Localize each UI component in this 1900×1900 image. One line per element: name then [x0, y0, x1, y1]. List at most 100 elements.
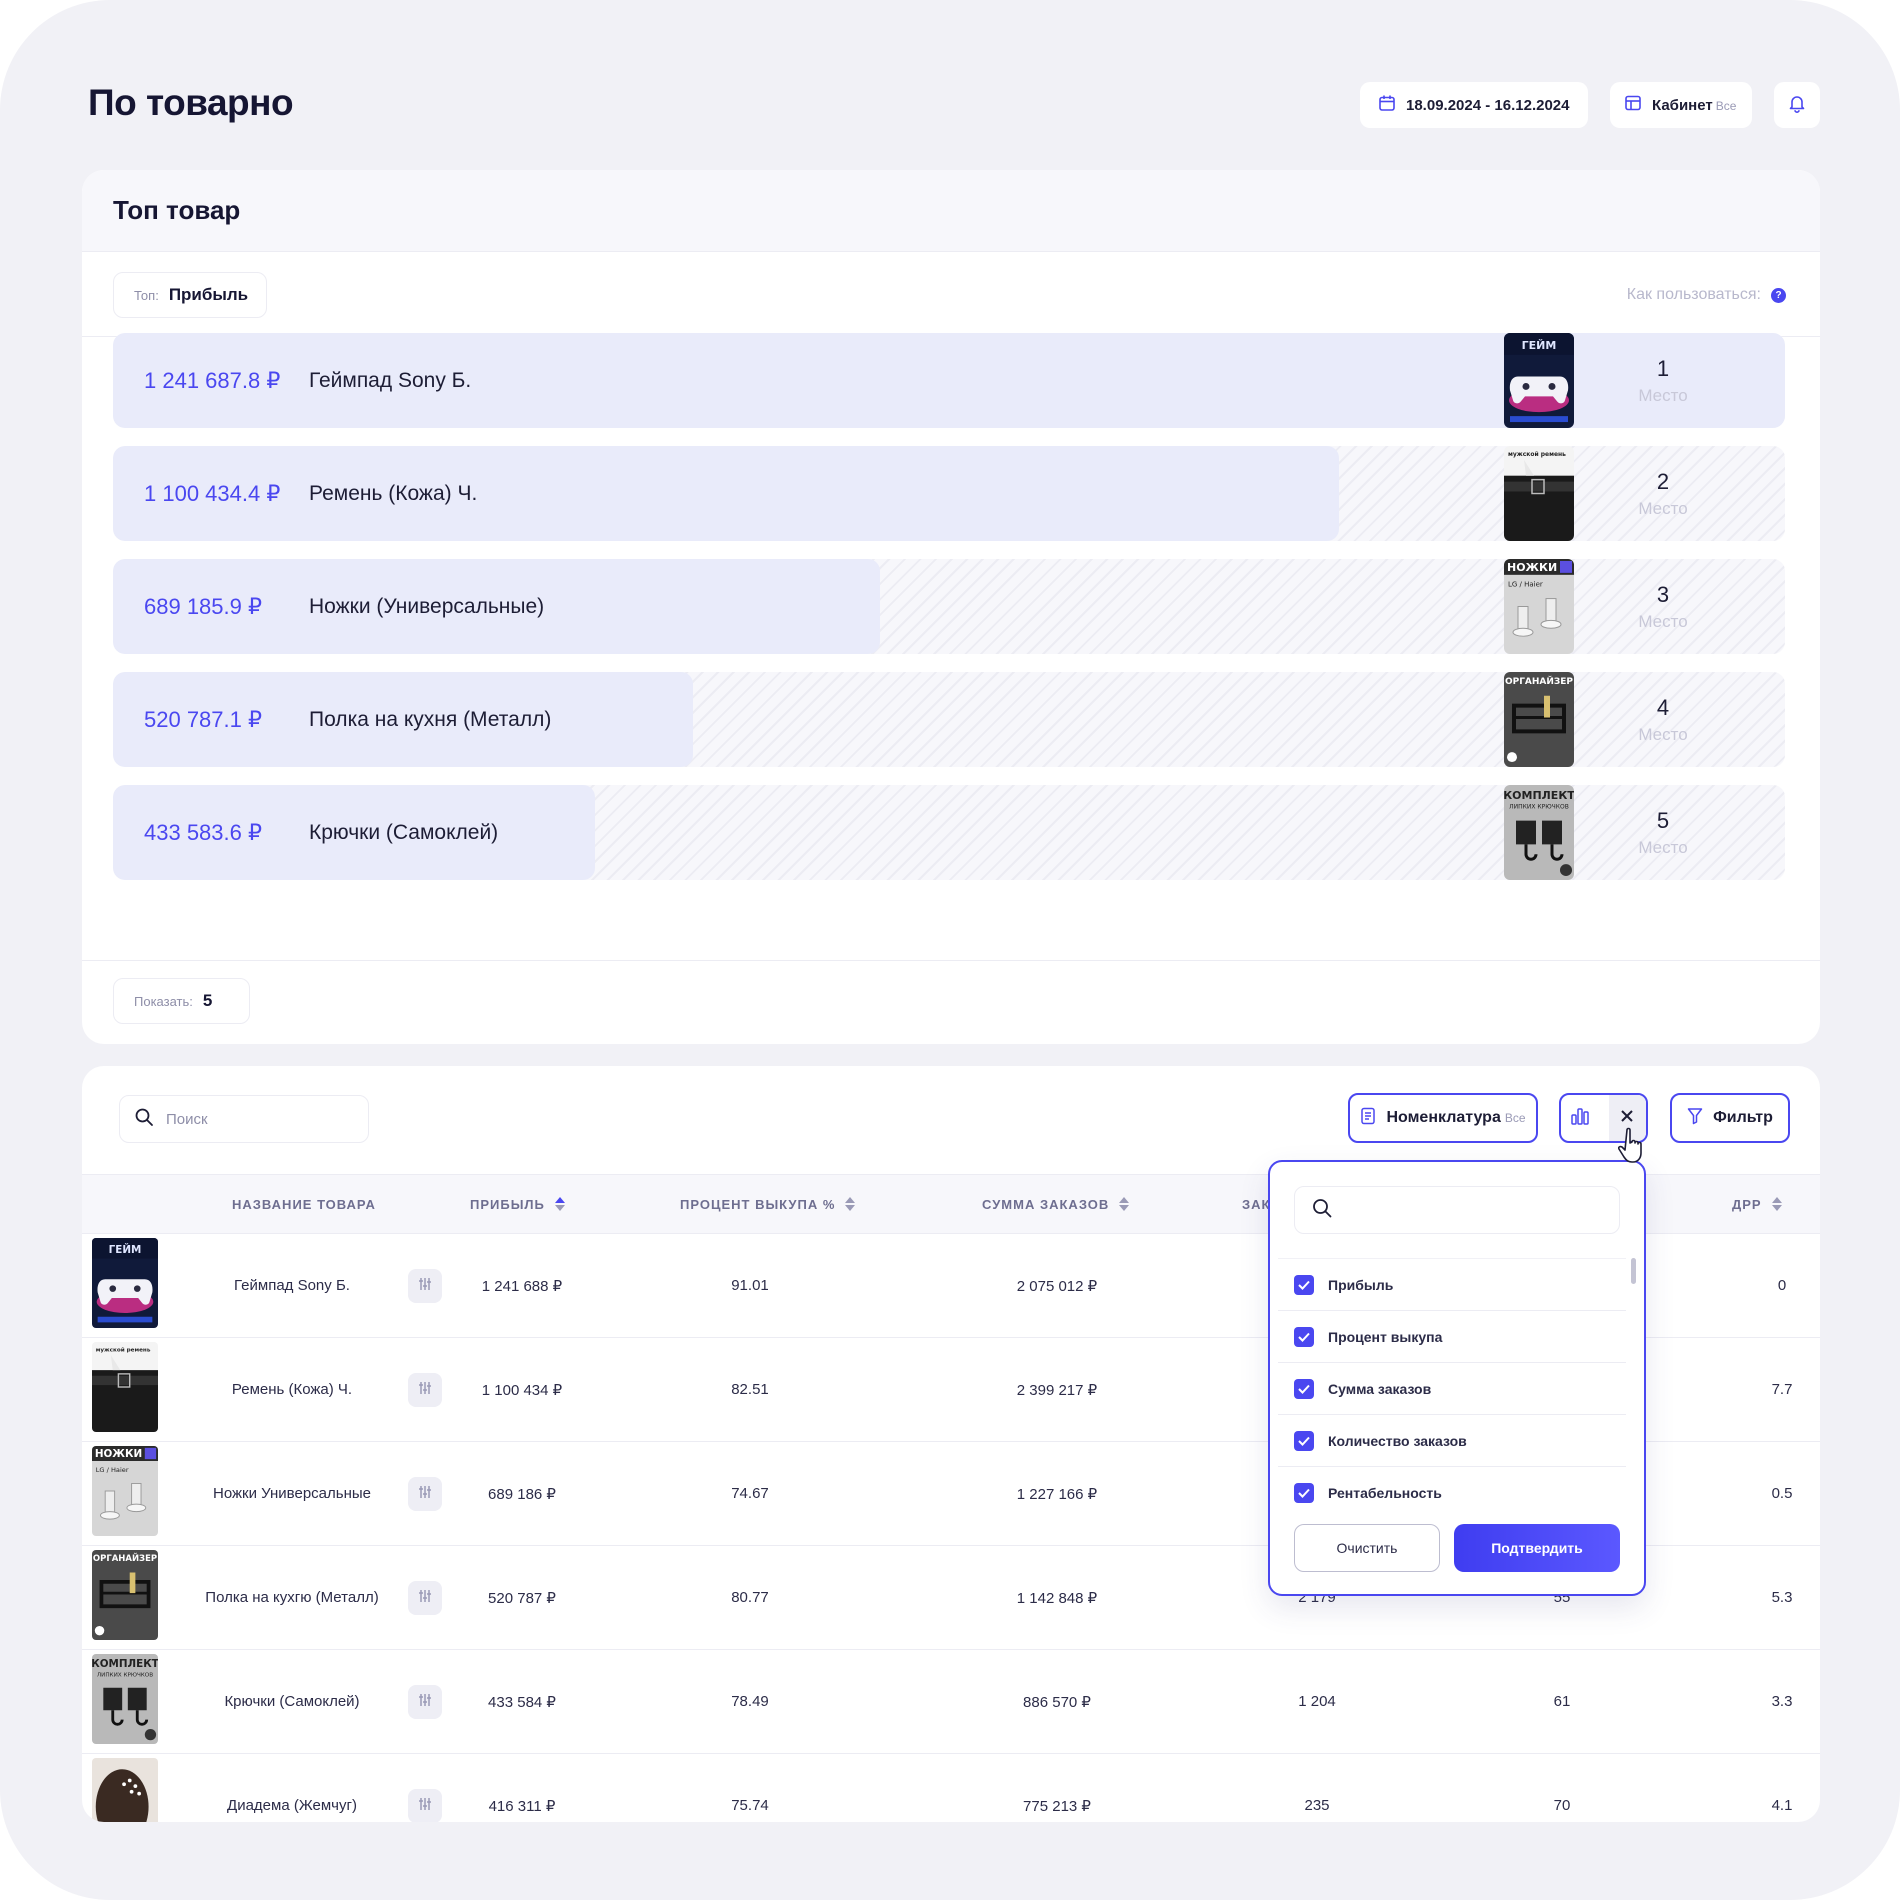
column-header-buyout[interactable]: ПРОЦЕНТ ВЫКУПА % — [680, 1175, 856, 1233]
ranking-value: 689 185.9 ₽ — [144, 593, 262, 619]
cell-profit: 1 241 688 ₽ — [481, 1277, 563, 1295]
cell-drr: 3.3 — [1771, 1693, 1793, 1710]
ranking-product-name: Ремень (Кожа) Ч. — [309, 481, 478, 505]
sort-icon — [845, 1197, 856, 1211]
dropdown-search[interactable] — [1294, 1186, 1620, 1234]
column-option-label: Процент выкупа — [1328, 1328, 1443, 1345]
row-settings-button[interactable] — [408, 1685, 442, 1719]
ranking-place-number: 2 — [1656, 468, 1670, 494]
cell-profit: 416 311 ₽ — [488, 1797, 556, 1815]
ranking-place: 5 Место — [1613, 785, 1713, 880]
cell-buyout: 78.49 — [731, 1693, 769, 1710]
dropdown-scrollbar[interactable] — [1631, 1258, 1636, 1284]
how-to-use-link[interactable]: Как пользоваться: ? — [1627, 286, 1786, 304]
product-image — [1504, 333, 1574, 428]
checkbox-checked-icon[interactable] — [1294, 1274, 1314, 1295]
dropdown-search-input[interactable] — [1343, 1201, 1603, 1219]
product-name-cell: Геймпад Sony Б. — [234, 1277, 350, 1294]
product-name-cell: Полка на кухгю (Металл) — [205, 1589, 379, 1606]
column-option-label: Прибыль — [1328, 1276, 1394, 1293]
ranking-place-number: 1 — [1656, 355, 1670, 381]
column-header-name[interactable]: НАЗВАНИЕ ТОВАРА — [232, 1175, 376, 1233]
row-settings-button[interactable] — [408, 1581, 442, 1615]
cabinet-icon — [1624, 94, 1642, 116]
show-count-select[interactable]: Показать: 5 — [113, 978, 250, 1024]
search-input[interactable] — [166, 1110, 346, 1128]
sliders-icon — [417, 1796, 433, 1817]
ranking-product-name: Геймпад Sony Б. — [309, 368, 472, 392]
top-metric-key: Топ: — [134, 287, 159, 303]
row-settings-button[interactable] — [408, 1477, 442, 1511]
cell-drr: 0 — [1777, 1277, 1787, 1294]
checkbox-checked-icon[interactable] — [1294, 1326, 1314, 1347]
ranking-place-label: Место — [1638, 837, 1688, 857]
ranking-place: 1 Место — [1613, 333, 1713, 428]
table-row[interactable]: Крючки (Самоклей) 433 584 ₽ 78.49 886 570 … — [82, 1650, 1820, 1754]
ranking-value: 1 100 434.4 ₽ — [144, 480, 281, 506]
top-metric-value: Прибыль — [168, 285, 249, 304]
column-option[interactable]: Количество заказов — [1278, 1414, 1626, 1466]
nomenclature-label: Номенклатура — [1386, 1109, 1501, 1126]
ranking-place-number: 4 — [1656, 694, 1670, 720]
column-header-profit[interactable]: ПРИБЫЛЬ — [470, 1175, 565, 1233]
cell-orders-count: 235 — [1304, 1797, 1330, 1814]
help-icon: ? — [1771, 287, 1786, 303]
column-option[interactable]: Сумма заказов — [1278, 1362, 1626, 1414]
column-option[interactable]: Прибыль — [1278, 1258, 1626, 1310]
ranking-product-name: Ножки (Универсальные) — [309, 594, 545, 618]
column-option[interactable]: Процент выкупа — [1278, 1310, 1626, 1362]
cell-rent: 61 — [1553, 1693, 1571, 1710]
columns-chart-button[interactable] — [1561, 1095, 1599, 1141]
close-icon — [1620, 1109, 1634, 1128]
row-settings-button[interactable] — [408, 1269, 442, 1303]
cell-buyout: 82.51 — [731, 1381, 769, 1398]
sliders-icon — [417, 1484, 433, 1505]
filter-button[interactable]: Фильтр — [1670, 1093, 1790, 1143]
checkbox-checked-icon[interactable] — [1294, 1430, 1314, 1451]
ranking-place-label: Место — [1638, 611, 1688, 631]
cabinet-button[interactable]: Кабинет Все — [1610, 82, 1752, 128]
column-option-label: Сумма заказов — [1328, 1380, 1432, 1397]
confirm-button[interactable]: Подтвердить — [1454, 1524, 1620, 1572]
cell-profit: 520 787 ₽ — [488, 1589, 556, 1607]
nomenclature-button[interactable]: Номенклатура Все — [1348, 1093, 1538, 1143]
cell-drr: 7.7 — [1771, 1381, 1793, 1398]
filter-label: Фильтр — [1713, 1109, 1773, 1126]
ranking-value: 520 787.1 ₽ — [144, 706, 262, 732]
ranking-place-label: Место — [1638, 498, 1688, 518]
cell-drr: 4.1 — [1771, 1797, 1793, 1814]
notifications-button[interactable] — [1774, 82, 1820, 128]
column-header-drr[interactable]: ДРР — [1732, 1175, 1782, 1233]
calendar-icon — [1378, 94, 1396, 116]
checkbox-checked-icon[interactable] — [1294, 1378, 1314, 1399]
cell-rent: 70 — [1553, 1797, 1571, 1814]
table-search[interactable] — [119, 1095, 369, 1143]
search-icon — [1311, 1197, 1333, 1224]
cell-orders-sum: 886 570 ₽ — [1023, 1693, 1091, 1711]
cell-orders-sum: 2 075 012 ₽ — [1016, 1277, 1098, 1295]
sliders-icon — [417, 1588, 433, 1609]
product-thumbnail — [92, 1654, 158, 1744]
cell-profit: 1 100 434 ₽ — [481, 1381, 563, 1399]
product-image — [1504, 672, 1574, 767]
top-metric-select[interactable]: Топ: Прибыль — [113, 272, 267, 318]
date-range-text: 18.09.2024 - 16.12.2024 — [1406, 96, 1570, 114]
date-range-button[interactable]: 18.09.2024 - 16.12.2024 — [1360, 82, 1588, 128]
table-row[interactable]: Диадема (Жемчуг) 416 311 ₽ 75.74 775 213 ₽… — [82, 1754, 1820, 1822]
product-name-cell: Крючки (Самоклей) — [224, 1693, 360, 1710]
column-option[interactable]: Рентабельность — [1278, 1466, 1626, 1518]
clear-button[interactable]: Очистить — [1294, 1524, 1440, 1572]
ranking-place-number: 5 — [1656, 807, 1670, 833]
cell-orders-sum: 775 213 ₽ — [1023, 1797, 1091, 1815]
cell-drr: 0.5 — [1771, 1485, 1793, 1502]
checkbox-checked-icon[interactable] — [1294, 1482, 1314, 1503]
product-image — [1504, 446, 1574, 541]
show-count-key: Показать: — [134, 993, 193, 1009]
ranking-place-label: Место — [1638, 724, 1688, 744]
column-header-orders-count[interactable]: ЗАК — [1242, 1175, 1270, 1233]
cabinet-value: Все — [1715, 98, 1737, 113]
row-settings-button[interactable] — [408, 1373, 442, 1407]
row-settings-button[interactable] — [408, 1789, 442, 1822]
column-header-orders-sum[interactable]: СУММА ЗАКАЗОВ — [982, 1175, 1130, 1233]
bell-icon — [1787, 93, 1807, 117]
